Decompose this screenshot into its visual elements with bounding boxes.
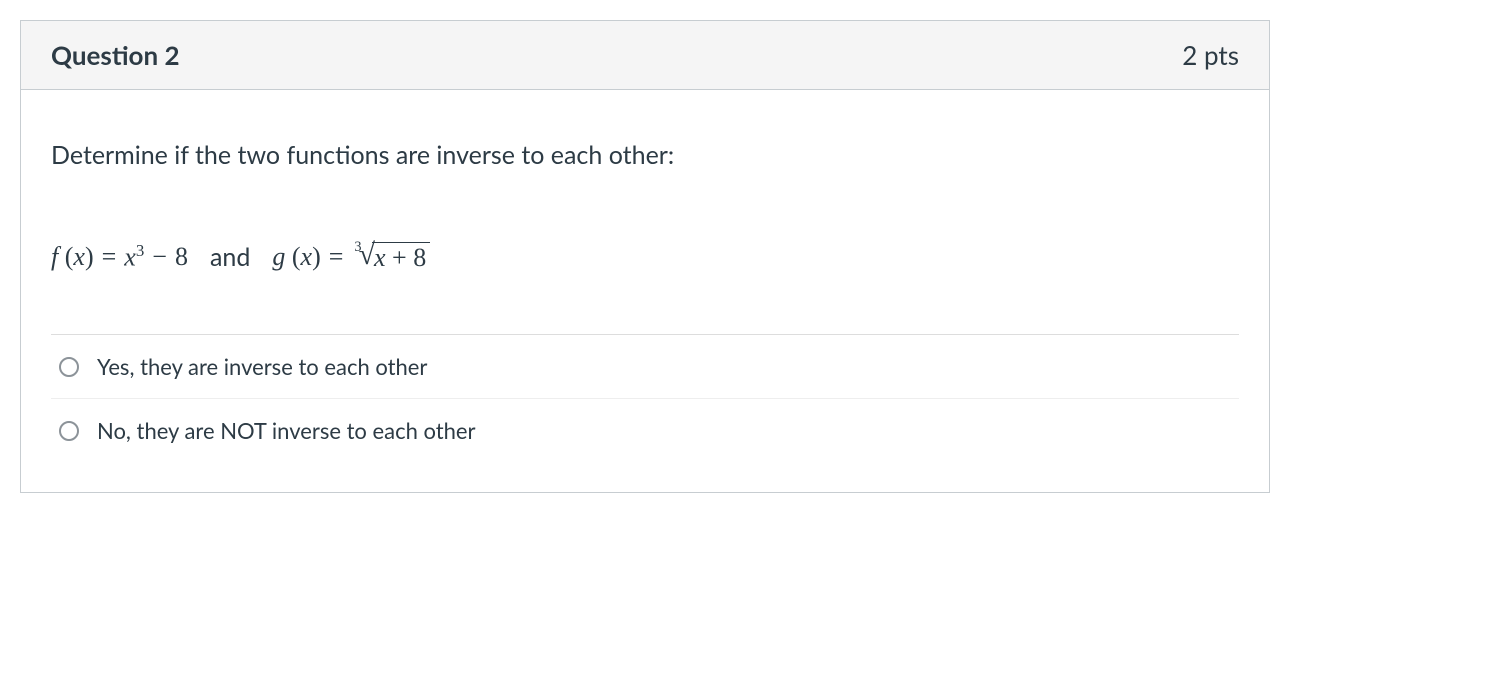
equals-sign-2: = (329, 242, 344, 272)
var-x: x (73, 242, 85, 271)
close-paren-2: ) (312, 242, 321, 271)
question-card: Question 2 2 pts Determine if the two fu… (20, 20, 1270, 493)
radio-icon[interactable] (59, 357, 79, 377)
radicand: x + 8 (372, 242, 430, 273)
close-paren: ) (85, 242, 94, 271)
fn-f: f (51, 242, 58, 271)
fn-g: g (272, 242, 285, 271)
plus-sign: + (392, 243, 407, 272)
x-cubed: x3 (124, 241, 144, 273)
question-header: Question 2 2 pts (21, 21, 1269, 90)
radio-icon[interactable] (59, 421, 79, 441)
var-x-2: x (301, 242, 313, 271)
equation-line: f (x) = x3 − 8 and g (x) = 3 √ x + 8 (51, 240, 1239, 274)
question-body: Determine if the two functions are inver… (21, 90, 1269, 492)
radical-symbol: √ (359, 238, 375, 272)
open-paren-2: ( (292, 242, 301, 271)
answer-option[interactable]: No, they are NOT inverse to each other (51, 399, 1239, 462)
const-8: 8 (175, 242, 188, 272)
question-points: 2 pts (1182, 39, 1239, 71)
base-x: x (124, 243, 136, 272)
answer-label[interactable]: No, they are NOT inverse to each other (97, 417, 476, 444)
cube-root: 3 √ x + 8 (351, 240, 430, 274)
math-fx: f (x) (51, 242, 94, 272)
answer-list: Yes, they are inverse to each other No, … (51, 334, 1239, 462)
radicand-x: x (374, 243, 386, 272)
and-word: and (210, 242, 250, 272)
question-title: Question 2 (51, 39, 180, 71)
exponent-3: 3 (136, 241, 144, 260)
answer-option[interactable]: Yes, they are inverse to each other (51, 335, 1239, 399)
question-prompt: Determine if the two functions are inver… (51, 140, 1239, 170)
answer-label[interactable]: Yes, they are inverse to each other (97, 353, 427, 380)
radicand-8: 8 (413, 243, 426, 272)
equals-sign: = (102, 242, 117, 272)
minus-sign: − (152, 242, 167, 272)
math-gx: g (x) (272, 242, 320, 272)
